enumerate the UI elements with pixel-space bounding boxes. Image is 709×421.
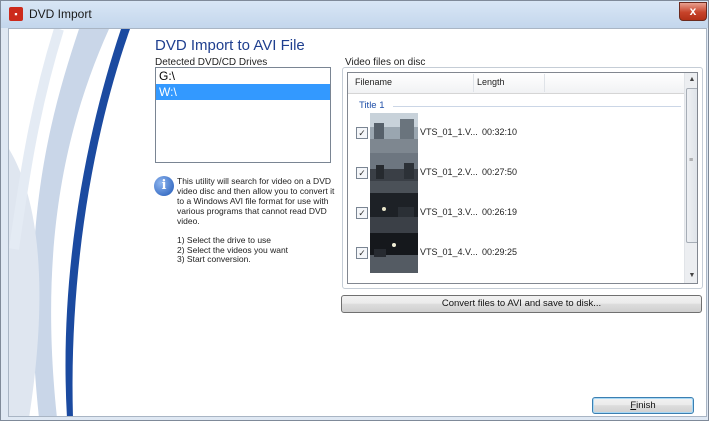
video-row[interactable]: ✓ VTS_01_2.V... 00:27:50 — [348, 153, 684, 193]
drive-item-w[interactable]: W:\ — [156, 84, 330, 100]
column-divider[interactable] — [473, 74, 474, 92]
finish-label: inish — [636, 400, 656, 411]
finish-button[interactable]: Finish — [592, 397, 694, 414]
drives-listbox[interactable]: G:\ W:\ — [155, 67, 331, 163]
column-divider[interactable] — [544, 74, 545, 92]
drive-item-g[interactable]: G:\ — [156, 68, 330, 84]
page-title: DVD Import to AVI File — [155, 37, 305, 54]
video-filename: VTS_01_3.V... — [420, 207, 478, 217]
video-filename: VTS_01_1.V... — [420, 127, 478, 137]
scroll-down-icon[interactable]: ▼ — [685, 269, 697, 283]
video-row[interactable]: ✓ VTS_01_4.V... 00:29:25 — [348, 233, 684, 273]
video-checkbox[interactable]: ✓ — [356, 127, 368, 139]
video-checkbox[interactable]: ✓ — [356, 207, 368, 219]
video-length: 00:27:50 — [482, 167, 518, 177]
step-3: 3) Start conversion. — [177, 254, 251, 264]
convert-button[interactable]: Convert files to AVI and save to disk... — [341, 295, 702, 313]
column-headers: Filename Length — [348, 73, 684, 94]
column-header-length[interactable]: Length — [477, 77, 505, 87]
instruction-steps: 1) Select the drive to use 2) Select the… — [177, 235, 288, 265]
scrollbar-thumb[interactable]: ≡ — [686, 88, 697, 243]
video-thumbnail — [370, 233, 418, 273]
info-description: This utility will search for video on a … — [177, 176, 335, 226]
video-length: 00:26:19 — [482, 207, 518, 217]
title-group-header[interactable]: Title 1 — [359, 100, 385, 111]
video-filename: VTS_01_2.V... — [420, 167, 478, 177]
title-bar[interactable]: ▪ DVD Import x — [1, 1, 708, 28]
info-icon: i — [154, 176, 174, 196]
window-title: DVD Import — [29, 7, 92, 21]
dvd-import-app-icon[interactable]: ▪ — [9, 7, 23, 21]
video-thumbnail — [370, 153, 418, 193]
dvd-import-window: ▪ DVD Import x DVD Import to AVI File De… — [0, 0, 709, 421]
video-checkbox[interactable]: ✓ — [356, 247, 368, 259]
video-thumbnail — [370, 113, 418, 153]
video-checkbox[interactable]: ✓ — [356, 167, 368, 179]
column-header-filename[interactable]: Filename — [355, 77, 392, 87]
video-row[interactable]: ✓ VTS_01_3.V... 00:26:19 — [348, 193, 684, 233]
video-files-list[interactable]: Filename Length Title 1 ✓ VTS_01_1.V... … — [347, 72, 698, 284]
grip-icon: ≡ — [689, 157, 694, 164]
scroll-up-icon[interactable]: ▲ — [685, 73, 697, 87]
video-list-scrollbar[interactable]: ▲ ≡ ▼ — [684, 73, 697, 283]
dialog-body: DVD Import to AVI File Detected DVD/CD D… — [8, 28, 707, 417]
video-length: 00:29:25 — [482, 247, 518, 257]
group-divider — [393, 106, 681, 107]
decorative-swoosh — [9, 29, 130, 416]
video-length: 00:32:10 — [482, 127, 518, 137]
video-thumbnail — [370, 193, 418, 233]
video-filename: VTS_01_4.V... — [420, 247, 478, 257]
close-button[interactable]: x — [679, 2, 707, 21]
video-row[interactable]: ✓ VTS_01_1.V... 00:32:10 — [348, 113, 684, 153]
